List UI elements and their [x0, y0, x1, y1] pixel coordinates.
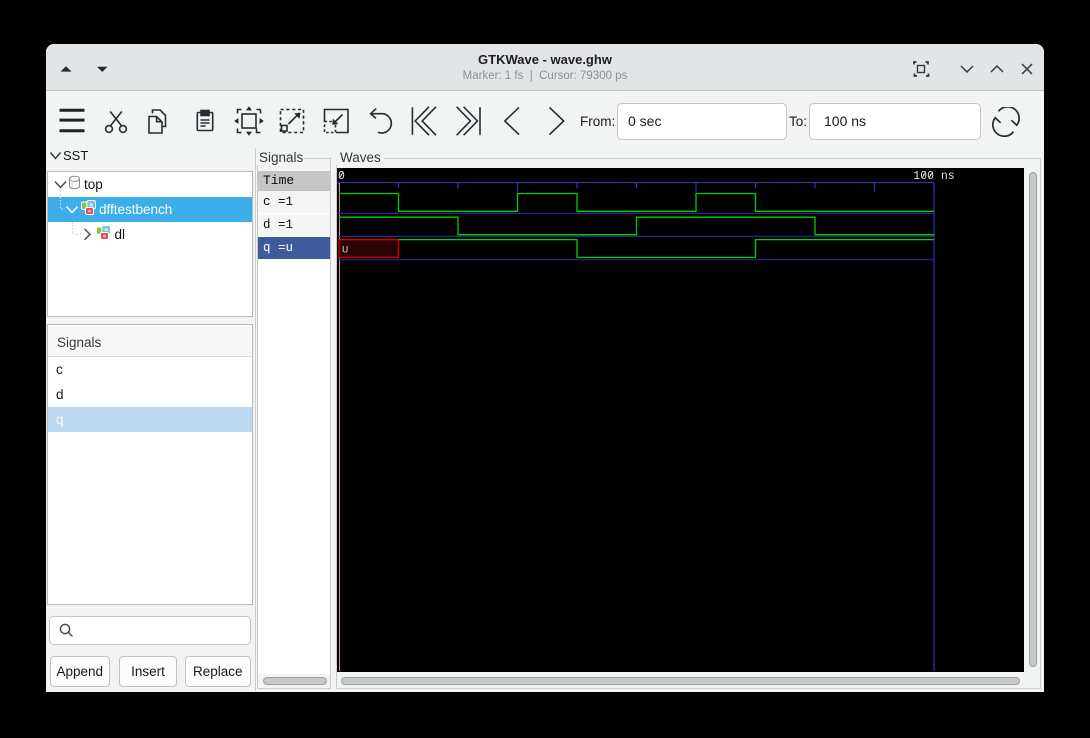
svg-text:100 ns: 100 ns	[913, 170, 954, 183]
svg-text:0: 0	[338, 170, 345, 183]
svg-text:U: U	[342, 245, 348, 257]
